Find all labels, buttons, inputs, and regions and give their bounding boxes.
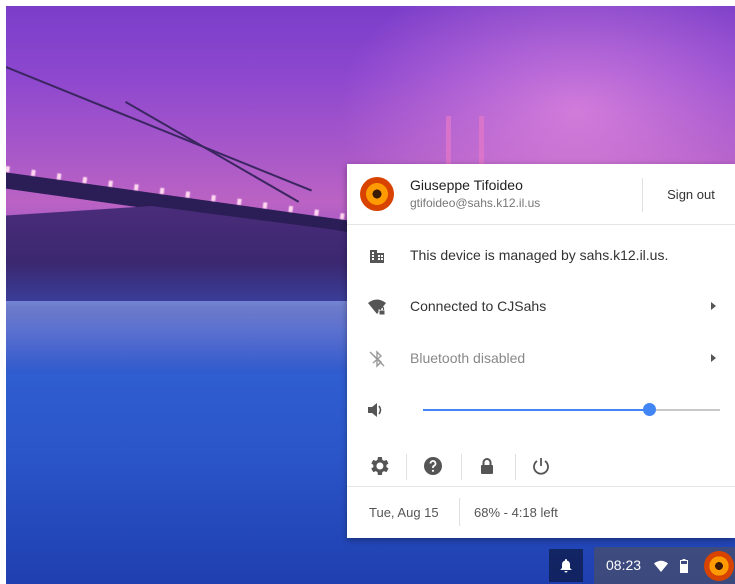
- help-icon[interactable]: [421, 454, 445, 478]
- user-email: gtifoideo@sahs.k12.il.us: [410, 196, 541, 210]
- network-label: Connected to CJSahs: [410, 298, 547, 314]
- user-avatar: [360, 177, 394, 211]
- separator: [347, 486, 735, 487]
- clock: 08:23: [606, 557, 642, 573]
- wifi-icon: [654, 560, 668, 572]
- volume-slider-thumb[interactable]: [642, 403, 656, 416]
- status-tray[interactable]: 08:23: [594, 547, 735, 584]
- managed-device-label: This device is managed by sahs.k12.il.us…: [410, 247, 669, 263]
- user-row: Giuseppe Tifoideo gtifoideo@sahs.k12.il.…: [347, 164, 735, 224]
- divider: [642, 178, 643, 212]
- separator: [347, 224, 735, 225]
- battery-icon: [680, 559, 688, 573]
- network-row[interactable]: Connected to CJSahs: [347, 282, 735, 332]
- notification-button[interactable]: [549, 549, 583, 582]
- divider: [515, 454, 516, 480]
- sign-out-button[interactable]: Sign out: [652, 182, 730, 208]
- battery-status: 68% - 4:18 left: [474, 505, 558, 520]
- bluetooth-row[interactable]: Bluetooth disabled: [347, 334, 735, 384]
- user-name: Giuseppe Tifoideo: [410, 177, 523, 193]
- bluetooth-disabled-icon: [369, 350, 385, 368]
- wifi-locked-icon: [368, 299, 386, 316]
- lock-icon[interactable]: [475, 454, 499, 478]
- divider: [459, 498, 460, 526]
- power-icon[interactable]: [529, 454, 553, 478]
- divider: [406, 454, 407, 480]
- volume-slider[interactable]: [423, 403, 720, 416]
- settings-icon[interactable]: [367, 454, 391, 478]
- date-label[interactable]: Tue, Aug 15: [369, 505, 439, 520]
- managed-device-row: This device is managed by sahs.k12.il.us…: [347, 231, 735, 281]
- building-icon: [370, 250, 384, 263]
- chevron-right-icon: [711, 354, 716, 362]
- bluetooth-label: Bluetooth disabled: [410, 350, 526, 366]
- user-avatar: [704, 551, 734, 581]
- system-tray-panel: Giuseppe Tifoideo gtifoideo@sahs.k12.il.…: [347, 164, 735, 538]
- volume-slider-fill: [423, 409, 649, 411]
- volume-icon[interactable]: [367, 402, 385, 418]
- divider: [461, 454, 462, 480]
- bell-icon: [560, 559, 572, 573]
- chevron-right-icon: [711, 302, 716, 310]
